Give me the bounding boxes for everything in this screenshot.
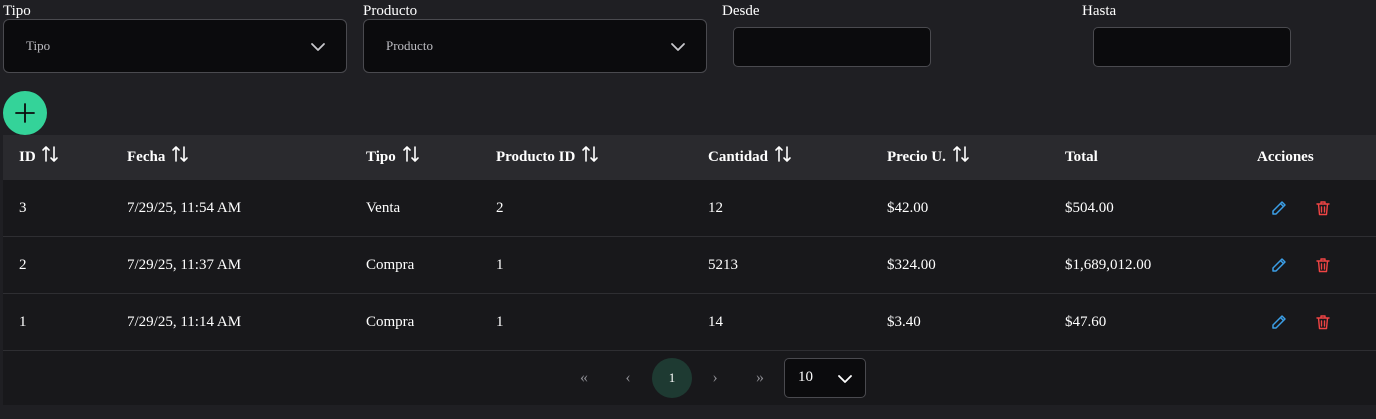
paginator: « ‹ 1 › » 10 <box>3 351 1376 405</box>
cell-producto-id: 1 <box>496 314 504 330</box>
tipo-select[interactable]: Tipo <box>3 19 347 73</box>
movements-table: ID Fecha Tipo Producto ID Cantidad Preci… <box>3 135 1376 405</box>
cell-id: 2 <box>19 257 27 273</box>
sort-icon[interactable] <box>171 145 189 163</box>
rows-per-page-value: 10 <box>798 369 813 385</box>
cell-precio: $42.00 <box>887 200 929 216</box>
plus-icon <box>15 103 35 123</box>
cell-cantidad: 12 <box>708 200 723 216</box>
cell-producto-id: 2 <box>496 200 504 216</box>
column-header-total: Total <box>1065 135 1098 180</box>
table-header: ID Fecha Tipo Producto ID Cantidad Preci… <box>3 135 1376 180</box>
cell-producto-id: 1 <box>496 257 504 273</box>
delete-trash-icon[interactable] <box>1315 200 1331 216</box>
column-header-precio[interactable]: Precio U. <box>887 135 970 180</box>
table-body: 3 7/29/25, 11:54 AM Venta 2 12 $42.00 $5… <box>3 180 1376 351</box>
column-header-id[interactable]: ID <box>19 135 59 180</box>
filter-desde-label: Desde <box>722 3 760 19</box>
tipo-select-placeholder: Tipo <box>26 38 51 53</box>
table-row: 1 7/29/25, 11:14 AM Compra 1 14 $3.40 $4… <box>3 294 1376 351</box>
table-row: 3 7/29/25, 11:54 AM Venta 2 12 $42.00 $5… <box>3 180 1376 237</box>
column-header-label: Tipo <box>366 149 396 165</box>
filter-hasta-label: Hasta <box>1082 3 1117 19</box>
cell-tipo: Compra <box>366 314 415 330</box>
chevron-down-icon <box>311 43 325 51</box>
column-header-tipo[interactable]: Tipo <box>366 135 420 180</box>
column-header-fecha[interactable]: Fecha <box>127 135 189 180</box>
column-header-label: ID <box>19 149 36 165</box>
column-header-label: Total <box>1065 149 1098 165</box>
table-row: 2 7/29/25, 11:37 AM Compra 1 5213 $324.0… <box>3 237 1376 294</box>
prev-page-button[interactable]: ‹ <box>612 362 644 394</box>
sort-icon[interactable] <box>581 145 599 163</box>
producto-select[interactable]: Producto <box>363 19 707 73</box>
edit-pencil-icon[interactable] <box>1271 200 1287 216</box>
add-movement-button[interactable] <box>3 91 47 135</box>
column-header-label: Fecha <box>127 149 166 165</box>
column-header-label: Acciones <box>1257 149 1314 165</box>
sort-icon[interactable] <box>952 145 970 163</box>
chevron-down-icon <box>671 43 685 51</box>
cell-total: $504.00 <box>1065 200 1114 216</box>
next-page-button[interactable]: › <box>699 362 731 394</box>
hasta-date-input[interactable] <box>1093 27 1291 67</box>
column-header-label: Producto ID <box>496 149 576 165</box>
sort-icon[interactable] <box>774 145 792 163</box>
cell-precio: $3.40 <box>887 314 921 330</box>
sort-icon[interactable] <box>41 145 59 163</box>
filter-producto-label: Producto <box>363 3 418 19</box>
column-header-label: Precio U. <box>887 149 946 165</box>
last-page-button[interactable]: » <box>744 362 776 394</box>
column-header-cantidad[interactable]: Cantidad <box>708 135 792 180</box>
cell-id: 3 <box>19 200 27 216</box>
cell-cantidad: 5213 <box>708 257 738 273</box>
page-button-current[interactable]: 1 <box>652 358 692 398</box>
column-header-acciones: Acciones <box>1257 135 1314 180</box>
rows-per-page-select[interactable]: 10 <box>784 358 866 398</box>
cell-precio: $324.00 <box>887 257 936 273</box>
cell-fecha: 7/29/25, 11:37 AM <box>127 257 242 273</box>
column-header-producto-id[interactable]: Producto ID <box>496 135 599 180</box>
cell-fecha: 7/29/25, 11:54 AM <box>127 200 242 216</box>
filter-tipo-label: Tipo <box>3 3 31 19</box>
cell-cantidad: 14 <box>708 314 723 330</box>
delete-trash-icon[interactable] <box>1315 257 1331 273</box>
cell-fecha: 7/29/25, 11:14 AM <box>127 314 242 330</box>
cell-id: 1 <box>19 314 27 330</box>
desde-date-input[interactable] <box>733 27 931 67</box>
cell-total: $1,689,012.00 <box>1065 257 1152 273</box>
column-header-label: Cantidad <box>708 149 769 165</box>
first-page-button[interactable]: « <box>568 362 600 394</box>
cell-tipo: Compra <box>366 257 415 273</box>
movements-page: Tipo Tipo Producto Producto Desde Hasta … <box>0 0 1376 419</box>
delete-trash-icon[interactable] <box>1315 314 1331 330</box>
edit-pencil-icon[interactable] <box>1271 257 1287 273</box>
chevron-down-icon <box>838 375 852 383</box>
producto-select-placeholder: Producto <box>386 38 433 53</box>
edit-pencil-icon[interactable] <box>1271 314 1287 330</box>
sort-icon[interactable] <box>402 145 420 163</box>
cell-tipo: Venta <box>366 200 401 216</box>
cell-total: $47.60 <box>1065 314 1107 330</box>
